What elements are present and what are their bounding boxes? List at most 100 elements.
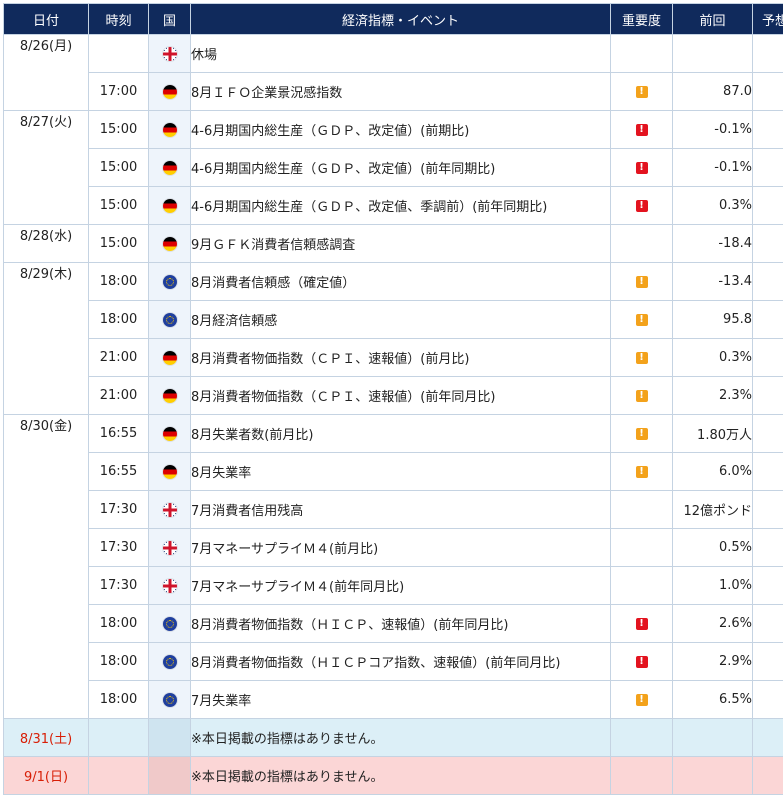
table-row: 18:00 8月経済信頼感! 95.8 bbox=[4, 300, 783, 339]
importance-cell: ! bbox=[610, 262, 673, 301]
high-importance-icon: ! bbox=[635, 655, 648, 668]
previous-cell: -0.1% bbox=[672, 148, 753, 187]
calendar-body: 8/26(月) 休場 17:00 8月ＩＦＯ企業景況感指数! 87.0 8/27(火) 15… bbox=[3, 34, 783, 795]
country-cell bbox=[148, 604, 191, 643]
importance-cell: ! bbox=[610, 186, 673, 225]
header-country: 国 bbox=[148, 3, 191, 35]
table-row: 15:00 4-6月期国内総生産（ＧＤＰ、改定値）(前年同期比)! -0.1% bbox=[4, 148, 783, 187]
country-cell bbox=[148, 186, 191, 225]
previous-cell: 6.0% bbox=[672, 452, 753, 491]
time-cell bbox=[88, 718, 149, 757]
importance-cell: ! bbox=[610, 110, 673, 149]
table-row: 8/30(金) 16:55 8月失業者数(前月比)! 1.80万人 bbox=[3, 414, 783, 719]
time-cell: 16:55 bbox=[88, 414, 149, 453]
table-row: 17:30 7月マネーサプライＭ４(前月比) 0.5% bbox=[4, 528, 783, 567]
country-cell bbox=[148, 718, 191, 757]
previous-cell: 87.0 bbox=[672, 72, 753, 111]
event-cell: 8月消費者物価指数（ＨＩＣＰコア指数、速報値）(前年同月比) bbox=[190, 642, 611, 681]
forecast-cell bbox=[752, 148, 783, 187]
previous-cell: 2.6% bbox=[672, 604, 753, 643]
event-cell: 7月マネーサプライＭ４(前月比) bbox=[190, 528, 611, 567]
header-event: 経済指標・イベント bbox=[190, 3, 611, 35]
medium-importance-icon: ! bbox=[635, 693, 648, 706]
country-cell bbox=[148, 72, 191, 111]
date-cell: 9/1(日) bbox=[3, 756, 89, 795]
time-cell: 16:55 bbox=[88, 452, 149, 491]
country-cell bbox=[148, 414, 191, 453]
table-row: 15:00 4-6月期国内総生産（ＧＤＰ、改定値、季調前）(前年同期比)! 0.3% bbox=[4, 186, 783, 225]
uk-flag-icon bbox=[162, 540, 177, 555]
country-cell bbox=[148, 756, 191, 795]
importance-cell: ! bbox=[610, 604, 673, 643]
table-row: 8/28(水) 15:00 9月ＧＦＫ消費者信頼感調査 -18.4 bbox=[3, 224, 783, 263]
table-row: 18:00 8月消費者物価指数（ＨＩＣＰコア指数、速報値）(前年同月比)! 2.9% bbox=[4, 642, 783, 681]
uk-flag-icon bbox=[162, 502, 177, 517]
previous-cell: 1.0% bbox=[672, 566, 753, 605]
uk-flag-icon bbox=[162, 578, 177, 593]
germany-flag-icon bbox=[162, 160, 177, 175]
importance-cell bbox=[610, 34, 673, 73]
medium-importance-icon: ! bbox=[635, 85, 648, 98]
date-cell: 8/29(木) bbox=[3, 262, 89, 415]
importance-cell bbox=[610, 224, 673, 263]
event-cell: 7月失業率 bbox=[190, 680, 611, 719]
table-row: 9/1(日) ※本日掲載の指標はありません。 bbox=[3, 756, 783, 795]
event-cell: ※本日掲載の指標はありません。 bbox=[190, 718, 611, 757]
time-cell: 15:00 bbox=[88, 110, 149, 149]
importance-cell: ! bbox=[610, 148, 673, 187]
previous-cell: 2.3% bbox=[672, 376, 753, 415]
high-importance-icon: ! bbox=[635, 199, 648, 212]
time-cell: 17:30 bbox=[88, 566, 149, 605]
previous-cell: 2.9% bbox=[672, 642, 753, 681]
table-row: 21:00 8月消費者物価指数（ＣＰＩ、速報値）(前年同月比)! 2.3% bbox=[4, 376, 783, 415]
date-cell: 8/27(火) bbox=[3, 110, 89, 225]
importance-cell: ! bbox=[610, 680, 673, 719]
importance-cell: ! bbox=[610, 376, 673, 415]
forecast-cell bbox=[752, 528, 783, 567]
country-cell bbox=[148, 300, 191, 339]
importance-cell: ! bbox=[610, 414, 673, 453]
date-cell: 8/30(金) bbox=[3, 414, 89, 719]
eu-flag-icon bbox=[162, 654, 177, 669]
country-cell bbox=[148, 224, 191, 263]
forecast-cell bbox=[752, 262, 783, 301]
event-cell: 8月失業率 bbox=[190, 452, 611, 491]
previous-cell: 12億ポンド bbox=[672, 490, 753, 529]
table-row: 18:00 7月失業率! 6.5% bbox=[4, 680, 783, 719]
forecast-cell bbox=[752, 110, 783, 149]
forecast-cell bbox=[752, 566, 783, 605]
header-time: 時刻 bbox=[88, 3, 149, 35]
time-cell: 21:00 bbox=[88, 338, 149, 377]
event-cell: 8月消費者物価指数（ＣＰＩ、速報値）(前年同月比) bbox=[190, 376, 611, 415]
time-cell: 17:30 bbox=[88, 528, 149, 567]
germany-flag-icon bbox=[162, 464, 177, 479]
country-cell bbox=[148, 642, 191, 681]
eu-flag-icon bbox=[162, 274, 177, 289]
importance-cell bbox=[610, 528, 673, 567]
table-row: 21:00 8月消費者物価指数（ＣＰＩ、速報値）(前月比)! 0.3% bbox=[4, 338, 783, 377]
table-header-row: 日付 時刻 国 経済指標・イベント 重要度 前回 予想 bbox=[3, 3, 783, 35]
importance-cell: ! bbox=[610, 452, 673, 491]
high-importance-icon: ! bbox=[635, 161, 648, 174]
previous-cell: -0.1% bbox=[672, 110, 753, 149]
importance-cell: ! bbox=[610, 642, 673, 681]
high-importance-icon: ! bbox=[635, 617, 648, 630]
event-cell: 7月消費者信用残高 bbox=[190, 490, 611, 529]
importance-cell bbox=[610, 756, 673, 795]
germany-flag-icon bbox=[162, 350, 177, 365]
previous-cell: 95.8 bbox=[672, 300, 753, 339]
event-cell: 8月経済信頼感 bbox=[190, 300, 611, 339]
country-cell bbox=[148, 34, 191, 73]
event-cell: 8月失業者数(前月比) bbox=[190, 414, 611, 453]
forecast-cell bbox=[752, 338, 783, 377]
previous-cell: 6.5% bbox=[672, 680, 753, 719]
country-cell bbox=[148, 452, 191, 491]
country-cell bbox=[148, 528, 191, 567]
medium-importance-icon: ! bbox=[635, 275, 648, 288]
time-cell: 18:00 bbox=[88, 604, 149, 643]
header-previous: 前回 bbox=[672, 3, 753, 35]
date-cell: 8/28(水) bbox=[3, 224, 89, 263]
event-cell: 8月ＩＦＯ企業景況感指数 bbox=[190, 72, 611, 111]
previous-cell bbox=[672, 756, 753, 795]
previous-cell: -13.4 bbox=[672, 262, 753, 301]
